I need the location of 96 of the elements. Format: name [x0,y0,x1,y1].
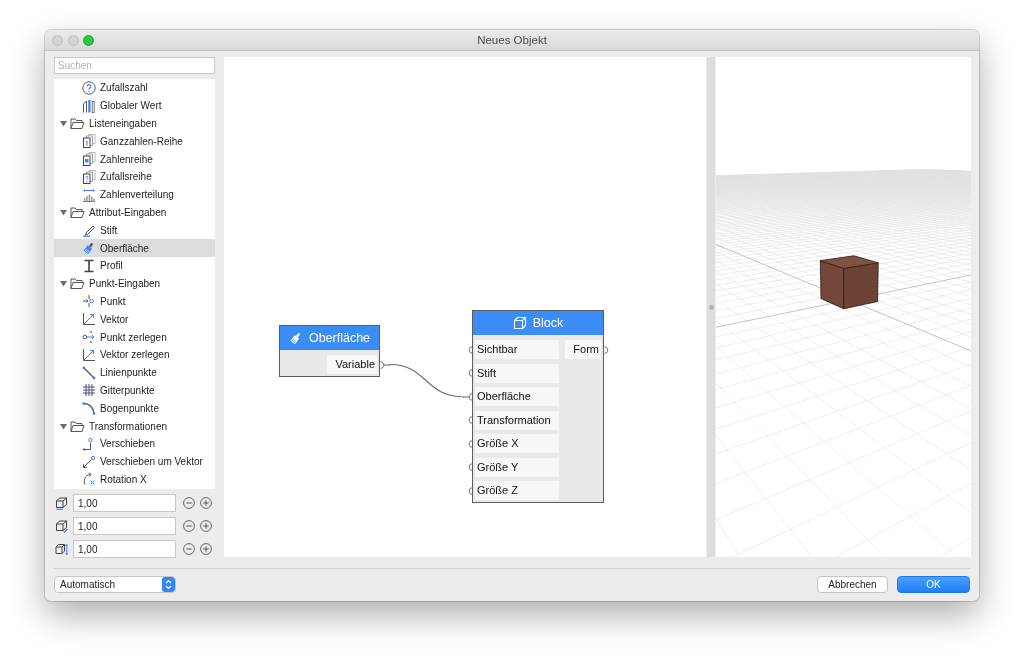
disclosure-triangle-icon[interactable] [60,208,67,216]
value-field[interactable]: 1,00 [73,540,176,558]
tree-item[interactable]: Rotation X [54,470,215,489]
question-pages-icon [82,169,96,184]
pen-icon [82,223,96,238]
minus-circle-icon[interactable] [183,520,195,532]
tree-group[interactable]: Attribut-Eingaben [54,203,215,222]
input-port[interactable] [467,486,473,495]
tree-group[interactable]: Transformationen [54,417,215,435]
value-field[interactable]: 1,00 [73,517,176,535]
pages-icon [82,152,96,167]
cube-height-icon [55,542,68,556]
brush-icon [82,241,96,256]
cube-icon [512,316,527,330]
stepper-chevrons-icon [162,577,175,592]
numbered-pages-icon [82,134,96,149]
input-slot: Größe X [475,434,559,453]
tree-item[interactable]: Ganzzahlen-Reihe [54,132,215,151]
i-beam-icon [82,258,96,273]
window-title: Neues Objekt [477,34,547,46]
tree-item[interactable]: Bogenpunkte [54,399,215,418]
cancel-button[interactable]: Abbrechen [817,576,888,593]
grip-dot-icon [708,304,714,310]
output-slot: Form [565,340,601,359]
tree-item[interactable]: Gitterpunkte [54,381,215,400]
graph-node[interactable]: Block Sichtbar Stift Oberfläche Transformation Größe X Größe Y Größe Z Form [472,310,604,503]
arc-icon [82,401,96,416]
value-field[interactable]: 1,00 [73,494,176,512]
open-folder-icon [70,118,85,129]
tree-item[interactable]: Zahlenverteilung [54,185,215,204]
minus-circle-icon[interactable] [183,497,195,509]
tree-group[interactable]: Punkt-Eingaben [54,274,215,293]
brush-icon [288,331,303,345]
tree-item[interactable]: Punkt zerlegen [54,328,215,346]
line-points-icon [82,365,96,380]
tree-group[interactable]: Listeneingaben [54,114,215,133]
input-port[interactable] [467,416,473,424]
axes-arrow-icon [82,312,96,327]
tree-item[interactable]: Oberfläche [54,239,215,257]
cube-width-icon [55,496,68,510]
tree-item[interactable]: Globaler Wert [54,96,215,115]
graph-node[interactable]: Oberfläche Variable [279,325,380,377]
point-arrows-icon [82,294,96,309]
splitter-handle[interactable] [707,57,715,557]
open-folder-icon [70,278,85,290]
input-port[interactable] [467,345,473,354]
axes-arrow-icon [82,347,96,362]
disclosure-triangle-icon[interactable] [60,280,67,288]
search-field[interactable]: Suchen [54,57,215,74]
node-title: Oberfläche [308,331,371,345]
tree-item[interactable]: Verschieben um Vektor [54,452,215,471]
tree-item[interactable]: Vektor zerlegen [54,345,215,364]
node-canvas[interactable]: Oberfläche Variable Block Sichtbar Stift Oberfläche Transformation Größe X Größe Y Größe Z Form [224,57,706,557]
input-slot: Sichtbar [475,340,559,359]
open-folder-icon [70,420,85,432]
tree-item[interactable]: Linienpunkte [54,363,215,382]
tree-item[interactable]: Profil [54,256,215,275]
tree-item[interactable]: Zufallsreihe [54,168,215,186]
point-split-icon [82,330,96,345]
output-slot: Variable [327,355,377,374]
plus-circle-icon[interactable] [200,543,212,555]
plus-circle-icon[interactable] [200,520,212,532]
cube-drawing [819,255,879,310]
disclosure-triangle-icon[interactable] [60,422,67,430]
cube-depth-icon [55,519,68,533]
minus-circle-icon[interactable] [183,543,195,555]
open-folder-icon [70,206,85,218]
input-port[interactable] [467,463,473,471]
input-slot: Größe Y [475,457,559,477]
tree-item[interactable]: Punkt [54,292,215,311]
tree-item[interactable]: Verschieben [54,434,215,453]
grid-icon [82,383,96,398]
input-slot: Oberfläche [475,387,559,406]
input-port[interactable] [461,392,473,401]
input-slot: Transformation [475,410,559,430]
mode-popup[interactable]: Automatisch [54,576,176,593]
node-title: Block [532,316,564,330]
diagonal-arrow-icon [82,454,96,469]
input-port[interactable] [467,439,473,448]
histogram-icon [82,187,96,202]
tree-item[interactable]: Stift [54,221,215,240]
plus-circle-icon[interactable] [200,497,212,509]
columns-icon [82,98,96,113]
output-port[interactable] [603,345,609,354]
tree-item[interactable]: Vektor [54,310,215,329]
corner-arrow-icon [82,436,96,451]
question-circle-icon [82,80,96,95]
3d-viewport[interactable] [716,57,971,557]
disclosure-triangle-icon[interactable] [60,120,67,127]
output-port[interactable] [379,360,391,369]
rotate-arrow-icon [82,472,96,487]
tree-item[interactable]: Zahlenreihe [54,150,215,168]
tree-item[interactable]: Zufallszahl [54,79,215,97]
input-slot: Stift [475,363,559,383]
input-port[interactable] [467,369,473,377]
input-slot: Größe Z [475,481,559,500]
